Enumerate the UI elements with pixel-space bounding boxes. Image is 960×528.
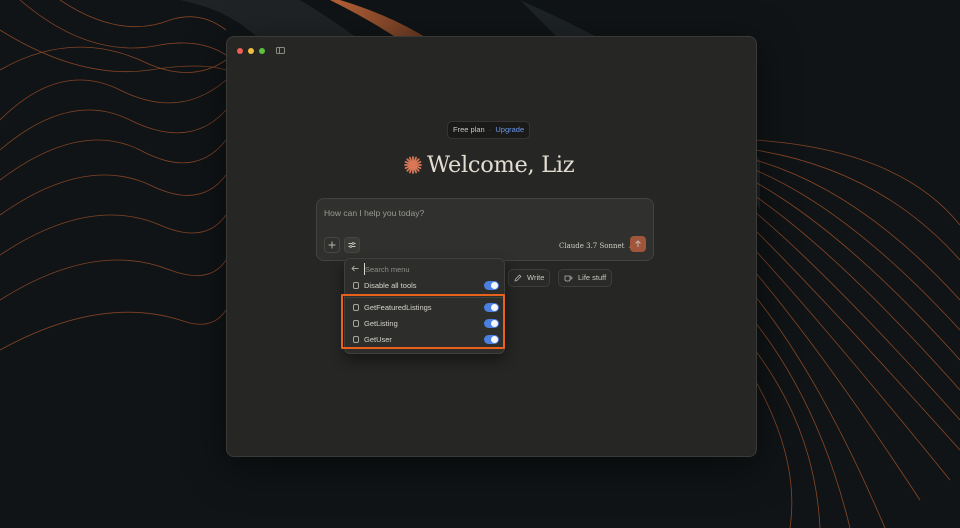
sidebar-toggle-icon[interactable] bbox=[276, 47, 285, 54]
highlight-box bbox=[341, 294, 505, 349]
minimize-window-button[interactable] bbox=[248, 48, 254, 54]
plan-badge: Free plan · Upgrade bbox=[447, 121, 531, 139]
model-selector[interactable]: Claude 3.7 Sonnet ⌄ bbox=[559, 240, 633, 252]
arrow-up-icon bbox=[635, 240, 641, 247]
chat-composer: Claude 3.7 Sonnet ⌄ bbox=[316, 198, 654, 261]
life-stuff-chip-label: Life stuff bbox=[578, 273, 607, 282]
close-window-button[interactable] bbox=[237, 48, 243, 54]
claude-spark-icon bbox=[404, 156, 422, 174]
model-name: Claude 3.7 Sonnet bbox=[559, 242, 625, 250]
disable-all-tools-label: Disable all tools bbox=[364, 281, 417, 290]
chat-input[interactable] bbox=[324, 206, 624, 220]
welcome-text: Welcome, Liz bbox=[427, 152, 575, 178]
tools-menu-button[interactable] bbox=[344, 237, 360, 253]
send-button[interactable] bbox=[630, 236, 646, 252]
plus-icon bbox=[328, 241, 336, 249]
plan-label: Free plan bbox=[453, 125, 485, 134]
upgrade-link[interactable]: Upgrade bbox=[495, 125, 524, 134]
coffee-cup-icon bbox=[564, 275, 573, 282]
add-attachment-button[interactable] bbox=[324, 237, 340, 253]
tool-icon bbox=[353, 282, 359, 289]
app-window: Free plan · Upgrade Welcome, Liz How can… bbox=[226, 36, 757, 457]
write-chip-label: Write bbox=[527, 273, 545, 282]
pencil-icon bbox=[514, 274, 522, 282]
welcome-heading: Welcome, Liz bbox=[403, 150, 575, 180]
disable-all-tools-item[interactable]: Disable all tools bbox=[345, 279, 504, 293]
zoom-window-button[interactable] bbox=[259, 48, 265, 54]
sliders-icon bbox=[348, 242, 356, 248]
menu-search-row bbox=[345, 259, 504, 279]
life-stuff-chip[interactable]: Life stuff bbox=[558, 269, 613, 287]
disable-all-tools-toggle[interactable] bbox=[484, 281, 499, 290]
arrow-left-icon[interactable] bbox=[351, 265, 359, 272]
menu-search-input[interactable] bbox=[364, 263, 485, 275]
plan-separator: · bbox=[488, 125, 492, 134]
write-chip[interactable]: Write bbox=[508, 269, 551, 287]
